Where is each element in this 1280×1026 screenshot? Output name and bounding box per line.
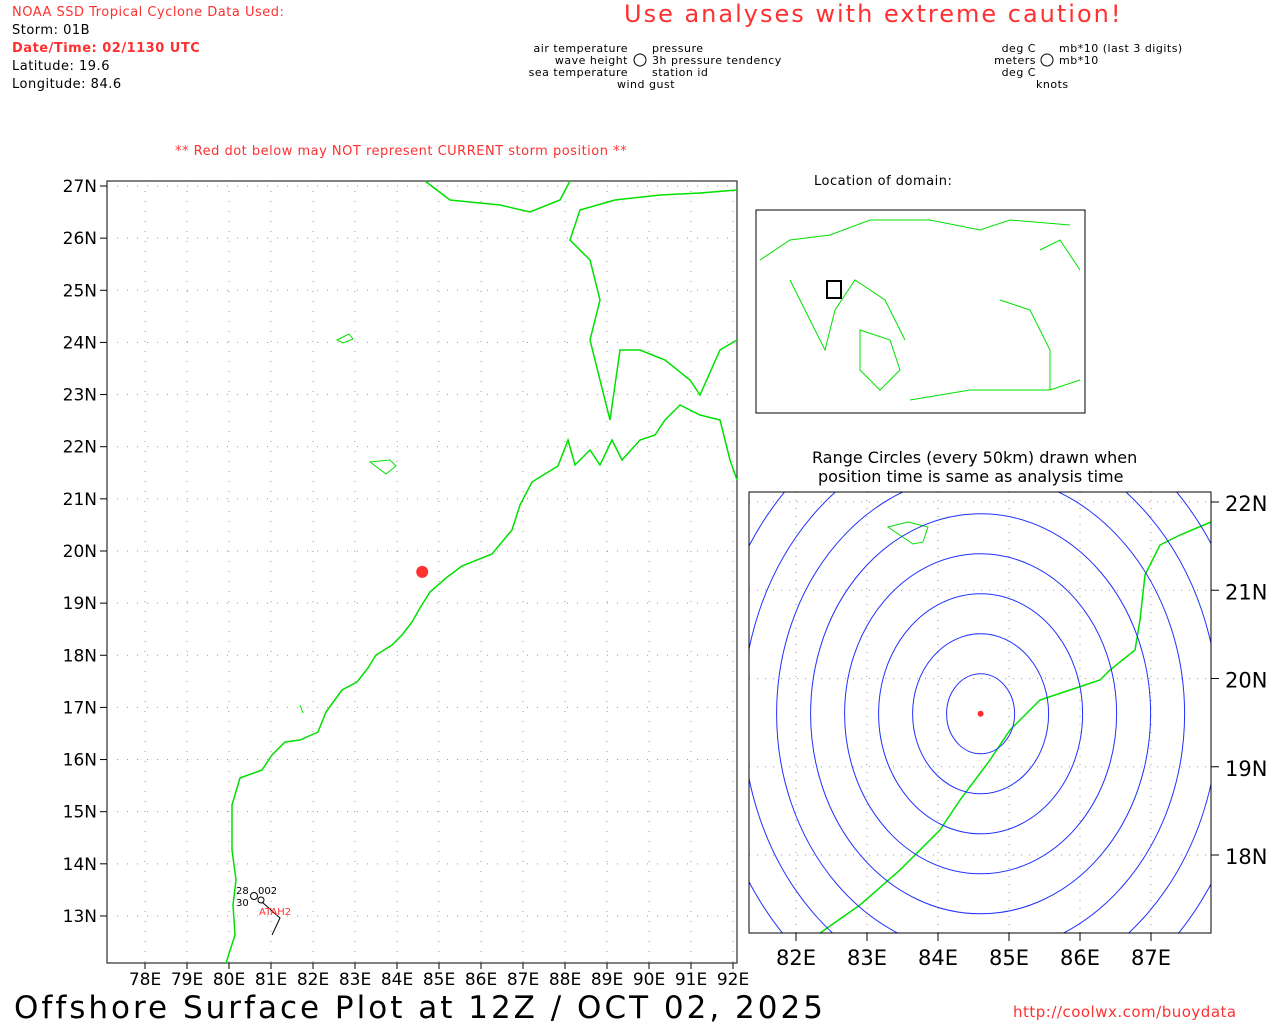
lat-tick-label: 27N (63, 177, 97, 197)
lon-tick-label: 78E (129, 970, 161, 990)
range-lat-label: 21N (1225, 580, 1267, 604)
storm-position-dot[interactable] (416, 565, 429, 578)
range-lon-label: 85E (989, 946, 1029, 970)
maps: 27N 26N 25N 24N 23N 22N 21N 20N 19N 18N 17N 16N 15N 1… (63, 53, 1268, 1024)
lat-tick-label: 22N (63, 438, 97, 458)
station-plot[interactable]: 28 30 002 ATAH2 (236, 886, 291, 936)
lon-tick-label: 88E (549, 970, 581, 990)
lat-tick-label: 16N (63, 751, 97, 771)
lon-tick-label: 83E (339, 970, 371, 990)
main-grid: 27N 26N 25N 24N 23N 22N 21N 20N 19N 18N 17N 16N 15N 1… (63, 177, 750, 990)
range-lat-label: 22N (1225, 492, 1267, 516)
range-grid: 22N 21N 20N 19N 18N 82E 83E 84E 85E 86E 87E (749, 492, 1267, 970)
station-pressure: 002 (258, 886, 277, 897)
lat-tick-label: 14N (63, 855, 97, 875)
lon-tick-label: 87E (507, 970, 539, 990)
coastline-bangladesh (569, 189, 738, 421)
lat-tick-label: 18N (63, 646, 97, 666)
legend-station-circle (633, 53, 647, 67)
range-lat-label: 18N (1225, 845, 1267, 869)
lat-tick-label: 21N (63, 490, 97, 510)
lon-tick-label: 85E (423, 970, 455, 990)
lon-tick-label: 80E (213, 970, 245, 990)
station-air-temp: 28 (236, 886, 249, 897)
range-lon-label: 86E (1060, 946, 1100, 970)
coastline (225, 404, 738, 964)
station-sea-temp: 30 (236, 898, 249, 909)
lon-tick-label: 86E (465, 970, 497, 990)
lat-tick-label: 20N (63, 542, 97, 562)
plot-title: Offshore Surface Plot at 12Z / OCT 02, 2… (14, 990, 826, 1026)
islands (299, 333, 397, 714)
lon-tick-label: 79E (171, 970, 203, 990)
range-circle-map[interactable]: 22N 21N 20N 19N 18N 82E 83E 84E 85E 86E 87E (709, 394, 1268, 1024)
range-circle-400km (749, 492, 1211, 933)
lat-tick-label: 24N (63, 333, 97, 353)
lon-tick-label: 92E (717, 970, 749, 990)
lat-tick-label: 26N (63, 229, 97, 249)
station-id: ATAH2 (259, 907, 291, 918)
range-lon-label: 84E (918, 946, 958, 970)
range-circles (749, 492, 1211, 933)
lat-tick-label: 25N (63, 281, 97, 301)
lat-tick-label: 15N (63, 803, 97, 823)
site-url[interactable]: http://coolwx.com/buoydata (1013, 1003, 1237, 1021)
lon-tick-label: 91E (675, 970, 707, 990)
lon-tick-label: 90E (633, 970, 665, 990)
units-station-circle (1040, 53, 1054, 67)
range-lon-label: 83E (847, 946, 887, 970)
range-lat-label: 19N (1225, 757, 1267, 781)
lat-tick-label: 17N (63, 698, 97, 718)
range-lon-label: 82E (776, 946, 816, 970)
lon-tick-label: 84E (381, 970, 413, 990)
lon-tick-label: 89E (591, 970, 623, 990)
lat-tick-label: 13N (63, 907, 97, 927)
domain-locator-map (755, 209, 1086, 414)
range-lat-label: 20N (1225, 669, 1267, 693)
range-storm-dot (977, 710, 984, 717)
lon-tick-label: 81E (255, 970, 287, 990)
lon-tick-label: 82E (297, 970, 329, 990)
range-lon-label: 87E (1131, 946, 1171, 970)
lat-tick-label: 19N (63, 594, 97, 614)
main-map[interactable]: 27N 26N 25N 24N 23N 22N 21N 20N 19N 18N 17N 16N 15N 1… (63, 177, 750, 990)
lat-tick-label: 23N (63, 386, 97, 406)
